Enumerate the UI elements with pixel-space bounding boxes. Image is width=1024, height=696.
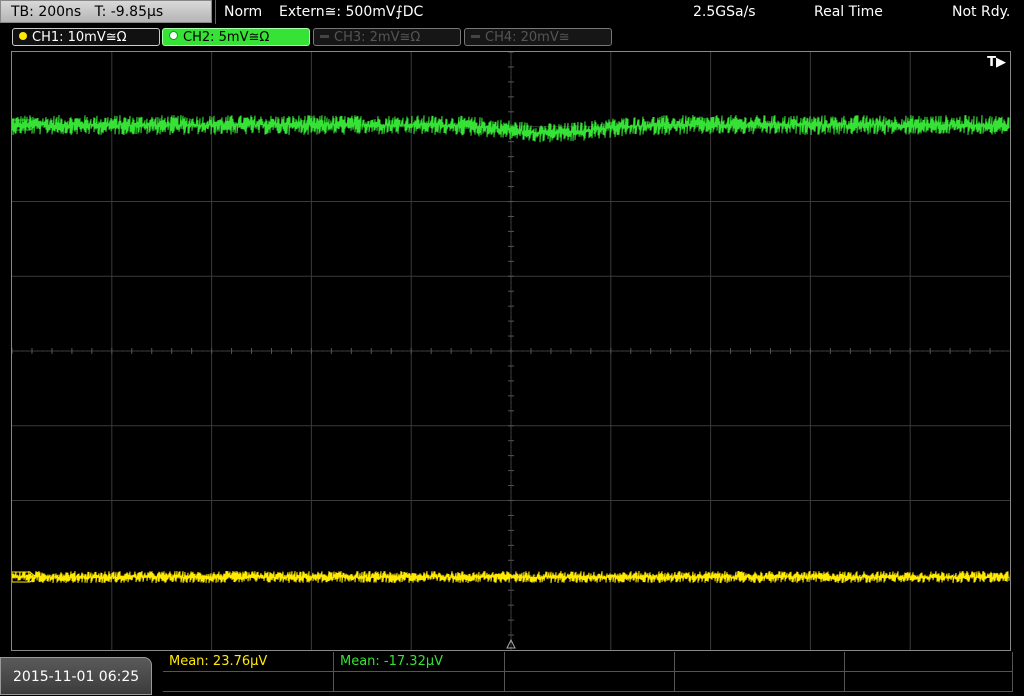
channel-2-button[interactable]: CH2: 5mV≅Ω xyxy=(162,28,310,46)
status-label: Not Rdy. xyxy=(952,4,1011,20)
waveform-display[interactable]: T▶ xyxy=(11,51,1011,651)
channel-1-button[interactable]: CH1: 10mV≅Ω xyxy=(12,28,160,46)
channel-4-button[interactable]: CH4: 20mV≅ xyxy=(464,28,612,46)
status-bar: TB: 200ns T: -9.85µs Norm Extern≅: 500mV… xyxy=(0,0,1024,25)
channel-4-indicator-icon xyxy=(471,35,480,38)
channel-2-label: CH2: 5mV≅Ω xyxy=(183,30,270,45)
measurement-slot[interactable] xyxy=(163,672,334,692)
sample-rate: 2.5GSa/s xyxy=(693,4,756,20)
trigger-mode[interactable]: Norm xyxy=(224,0,262,24)
measurement-slot[interactable] xyxy=(845,672,1013,692)
measurement-slot[interactable] xyxy=(675,672,845,692)
trigger-time-label: T: -9.85µs xyxy=(94,4,164,20)
timebase-label: TB: 200ns xyxy=(11,4,82,20)
channel-bar: CH1: 10mV≅Ω CH2: 5mV≅Ω CH3: 2mV≅Ω CH4: 2… xyxy=(0,26,1024,48)
measurement-ch2-mean[interactable]: Mean: -17.32µV xyxy=(334,652,505,672)
measurement-slot[interactable] xyxy=(505,652,675,672)
measurement-ch1-mean[interactable]: Mean: 23.76µV xyxy=(163,652,334,672)
timebase-box[interactable]: TB: 200ns T: -9.85µs xyxy=(0,0,212,23)
acquisition-mode: Real Time xyxy=(814,4,883,20)
divider xyxy=(215,0,216,24)
channel-1-indicator-icon xyxy=(19,32,27,40)
channel-3-button[interactable]: CH3: 2mV≅Ω xyxy=(313,28,461,46)
channel-3-label: CH3: 2mV≅Ω xyxy=(334,30,421,45)
measurement-slot[interactable] xyxy=(505,672,675,692)
trigger-position-marker[interactable]: T▶ xyxy=(987,55,1006,70)
date-time: 2015-11-01 06:25 xyxy=(0,657,152,695)
measurement-slot[interactable] xyxy=(675,652,845,672)
waveform-canvas xyxy=(12,52,1010,650)
measurement-slot[interactable] xyxy=(845,652,1013,672)
trigger-source[interactable]: Extern≅: 500mV⨍DC xyxy=(279,0,423,24)
channel-3-indicator-icon xyxy=(320,35,329,38)
channel-2-indicator-icon xyxy=(169,31,178,40)
measurement-slot[interactable] xyxy=(334,672,505,692)
channel-1-label: CH1: 10mV≅Ω xyxy=(32,30,127,45)
channel-4-label: CH4: 20mV≅ xyxy=(485,30,570,45)
measurement-panel: Mean: 23.76µV Mean: -17.32µV xyxy=(163,652,1013,695)
